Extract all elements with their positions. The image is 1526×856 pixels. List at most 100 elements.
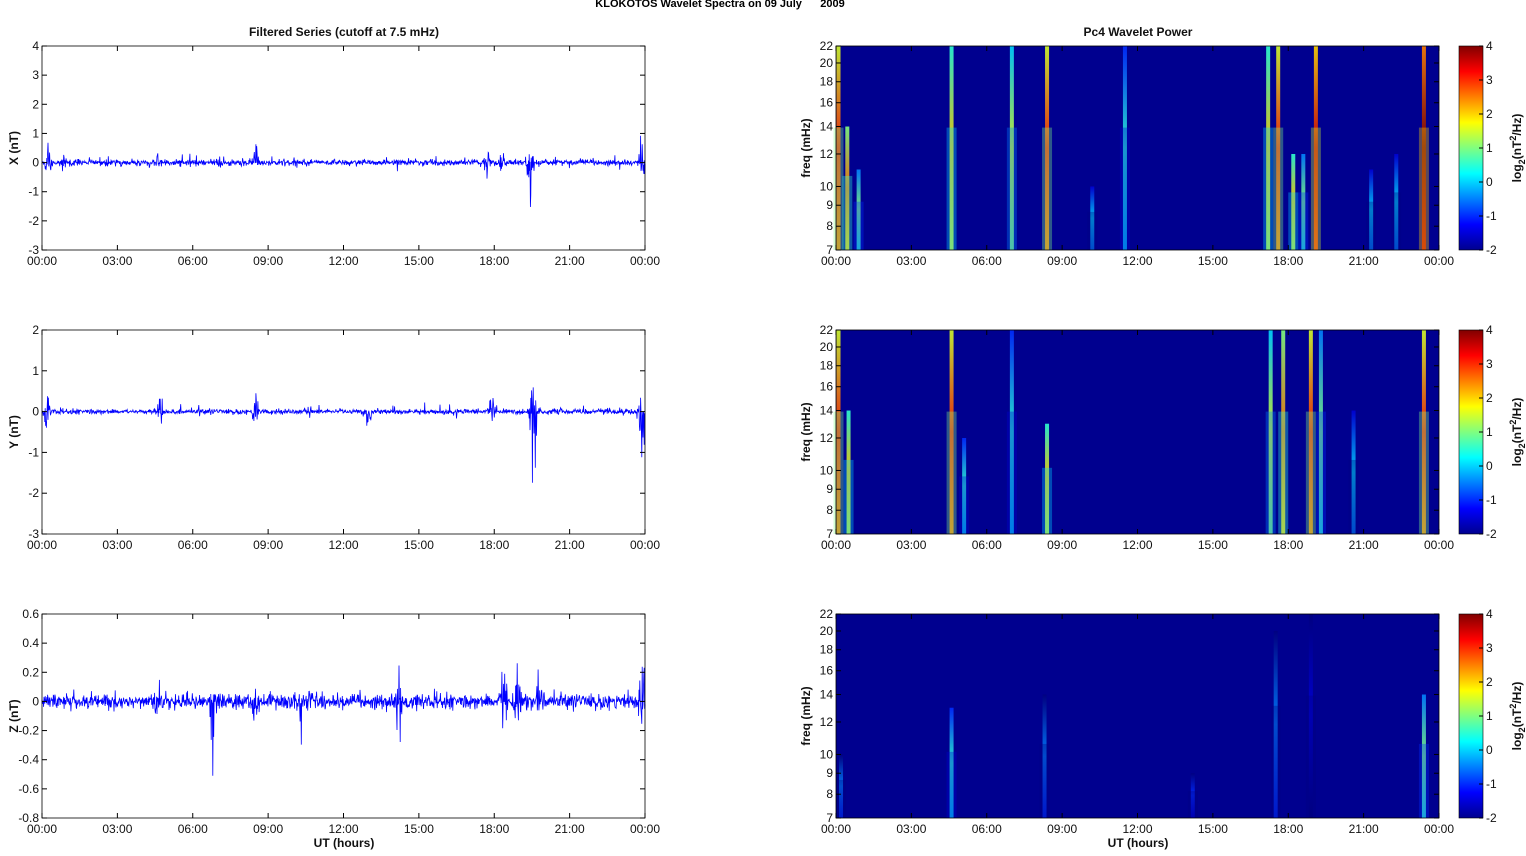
x-tick-label: 00:00 xyxy=(630,254,660,268)
x-tick-label: 18:00 xyxy=(479,822,509,836)
timeseries-z: -0.8-0.6-0.4-0.200.20.40.6Z (nT)00:00 03:… xyxy=(7,607,660,836)
colorbar-tick-label: 0 xyxy=(1486,459,1493,473)
x-tick-label: 09:00 xyxy=(1047,538,1077,552)
x-tick-label: 12:00 xyxy=(328,254,358,268)
x-axis-label-right: UT (hours) xyxy=(1108,836,1169,850)
x-tick-label: 09:00 xyxy=(1047,254,1077,268)
colorbar-label: log2(nT2/Hz) xyxy=(1508,114,1526,183)
y-tick-label: 2 xyxy=(32,97,39,111)
x-tick-label: 00:00 xyxy=(1424,538,1454,552)
x-tick-label: 12:00 xyxy=(328,538,358,552)
power-halo xyxy=(1391,192,1402,250)
heatmap-background xyxy=(836,330,1439,534)
y-axis-label: freq (mHz) xyxy=(799,118,813,177)
y-tick-label: 8 xyxy=(826,503,833,517)
y-tick-label: 10 xyxy=(820,747,834,761)
x-tick-label: 06:00 xyxy=(178,538,208,552)
x-tick-label: 06:00 xyxy=(972,538,1002,552)
power-halo xyxy=(1187,791,1198,818)
colorbar-tick-label: 0 xyxy=(1486,175,1493,189)
x-tick-label: 09:00 xyxy=(253,822,283,836)
y-tick-label: 20 xyxy=(820,624,834,638)
x-tick-label: 00:00 xyxy=(821,538,851,552)
heatmap-background xyxy=(836,614,1439,818)
power-halo xyxy=(853,201,864,250)
power-halo xyxy=(1006,411,1017,534)
figure: Filtered Series (cutoff at 7.5 mHz) Pc4 … xyxy=(7,25,1526,850)
x-tick-label: 00:00 xyxy=(1424,822,1454,836)
y-tick-label: 0.2 xyxy=(22,665,39,679)
y-tick-label: 0.4 xyxy=(22,636,39,650)
power-halo xyxy=(1288,192,1299,250)
x-tick-label: 00:00 xyxy=(630,822,660,836)
x-tick-label: 00:00 xyxy=(1424,254,1454,268)
figure-title: KLOKOTOS Wavelet Spectra on 09 July 2009 xyxy=(595,0,845,10)
power-halo xyxy=(1418,743,1429,818)
colorbar-label: log2(nT2/Hz) xyxy=(1508,398,1526,467)
y-tick-label: 10 xyxy=(820,179,834,193)
colorbar-tick-label: -2 xyxy=(1486,527,1497,541)
x-tick-label: 21:00 xyxy=(1349,254,1379,268)
x-tick-label: 00:00 xyxy=(630,538,660,552)
y-tick-label: 20 xyxy=(820,56,834,70)
plot-area xyxy=(42,614,645,818)
x-tick-label: 15:00 xyxy=(404,538,434,552)
y-tick-label: -0.2 xyxy=(18,724,39,738)
power-halo xyxy=(1265,411,1276,534)
y-tick-label: 22 xyxy=(820,607,834,621)
y-axis-label: Y (nT) xyxy=(7,415,21,449)
y-tick-label: 12 xyxy=(820,147,834,161)
y-tick-label: 0 xyxy=(32,405,39,419)
power-halo xyxy=(1305,695,1316,818)
y-tick-label: 10 xyxy=(820,463,834,477)
y-tick-label: 16 xyxy=(820,664,834,678)
y-tick-label: 8 xyxy=(826,787,833,801)
y-tick-label: 14 xyxy=(820,120,834,134)
plot-area xyxy=(42,46,645,250)
power-halo xyxy=(946,411,957,534)
y-tick-label: -2 xyxy=(28,486,39,500)
plot-area xyxy=(42,330,645,534)
colorbar-tick-label: 1 xyxy=(1486,709,1493,723)
timeseries-x: -3-2-101234X (nT)00:00 03:00 06:00 09:00 12:… xyxy=(7,39,660,268)
power-halo xyxy=(1006,127,1017,250)
colorbar-tick-label: 3 xyxy=(1486,73,1493,87)
x-tick-label: 15:00 xyxy=(1198,254,1228,268)
power-halo xyxy=(842,175,853,250)
y-axis-label: freq (mHz) xyxy=(799,402,813,461)
y-tick-label: 18 xyxy=(820,75,834,89)
colorbar-tick-label: 2 xyxy=(1486,675,1493,689)
colorbar-label: log2(nT2/Hz) xyxy=(1508,682,1526,751)
y-tick-label: 18 xyxy=(820,643,834,657)
colorbar-tick-label: 4 xyxy=(1486,39,1493,53)
x-axis-label-left: UT (hours) xyxy=(314,836,375,850)
x-tick-label: 18:00 xyxy=(1273,822,1303,836)
power-halo xyxy=(1270,705,1281,818)
colorbar-tick-label: 4 xyxy=(1486,323,1493,337)
colorbar-tick-label: -2 xyxy=(1486,243,1497,257)
x-tick-label: 09:00 xyxy=(253,254,283,268)
colorbar-tick-label: -1 xyxy=(1486,493,1497,507)
power-halo xyxy=(1278,411,1289,534)
y-tick-label: 3 xyxy=(32,68,39,82)
colorbar-tick-label: -1 xyxy=(1486,209,1497,223)
colorbar-tick-label: -2 xyxy=(1486,811,1497,825)
power-halo xyxy=(1039,743,1050,818)
x-tick-label: 00:00 xyxy=(27,538,57,552)
y-tick-label: 18 xyxy=(820,359,834,373)
colorbar-tick-label: 4 xyxy=(1486,607,1493,621)
x-tick-label: 06:00 xyxy=(178,254,208,268)
power-halo xyxy=(1042,467,1053,534)
x-tick-label: 21:00 xyxy=(1349,822,1379,836)
y-tick-label: -0.6 xyxy=(18,782,39,796)
power-halo xyxy=(1119,127,1130,250)
y-tick-label: 12 xyxy=(820,715,834,729)
colorbar-tick-label: 0 xyxy=(1486,743,1493,757)
x-tick-label: 12:00 xyxy=(328,822,358,836)
power-halo xyxy=(959,476,970,534)
power-halo xyxy=(1263,127,1274,250)
timeseries-y: -3-2-1012Y (nT)00:00 03:00 06:00 09:00 12:00… xyxy=(7,323,660,552)
heatmap-background xyxy=(836,46,1439,250)
y-tick-label: 0 xyxy=(32,694,39,708)
spectrogram-x: 78910121416182022freq (mHz)-2-101234log2… xyxy=(799,39,1526,268)
